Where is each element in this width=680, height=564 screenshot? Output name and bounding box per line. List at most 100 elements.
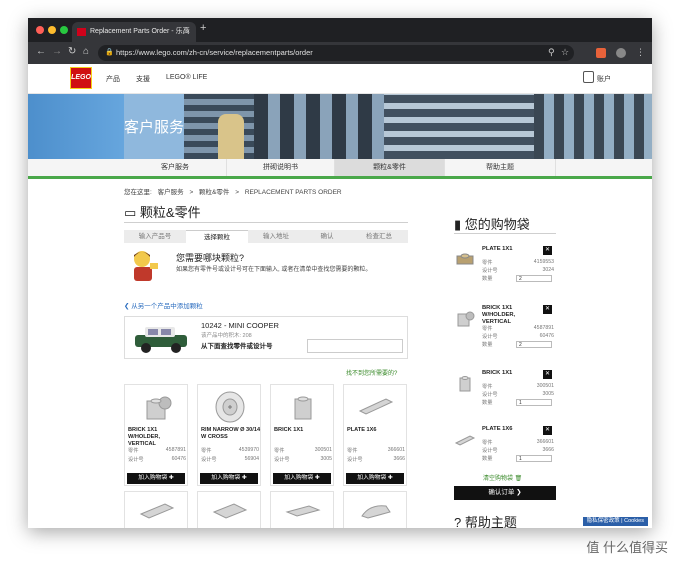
quantity-select[interactable]: 1 bbox=[516, 399, 552, 406]
add-to-bag-button[interactable]: 加入购物袋 ✚ bbox=[273, 473, 331, 484]
breadcrumb-item[interactable]: 客户服务 bbox=[158, 189, 184, 196]
step-select-bricks[interactable]: 选择颗粒 bbox=[186, 230, 248, 243]
menu-icon[interactable]: ⋮ bbox=[636, 47, 645, 58]
subnav-customer-service[interactable]: 客户服务 bbox=[124, 159, 227, 176]
remove-item-icon[interactable]: ✕ bbox=[543, 246, 552, 255]
new-tab-button[interactable]: + bbox=[200, 22, 206, 34]
address-bar[interactable]: 🔒 https://www.lego.com/zh-cn/service/rep… bbox=[98, 45, 574, 61]
reload-icon[interactable]: ↻ bbox=[68, 46, 76, 57]
cart-part-row: 零件 300501 bbox=[482, 383, 554, 390]
cookies-link[interactable]: Cookies bbox=[624, 518, 644, 524]
star-icon[interactable]: ☆ bbox=[561, 47, 569, 58]
remove-item-icon[interactable]: ✕ bbox=[543, 370, 552, 379]
design-number: 60476 bbox=[171, 456, 186, 462]
footer-links: 隐私保密政策 | Cookies bbox=[582, 517, 648, 526]
lego-favicon-icon bbox=[77, 28, 86, 36]
add-from-other-product-link[interactable]: ❮ 从另一个产品中添加颗粒 bbox=[124, 300, 203, 310]
part-number-label: 零件 bbox=[274, 448, 285, 454]
account-link[interactable]: 账户 bbox=[597, 74, 611, 84]
close-window-button[interactable] bbox=[36, 26, 44, 34]
brick-1x1-image bbox=[459, 376, 471, 392]
add-to-bag-button[interactable]: 加入购物袋 ✚ bbox=[346, 473, 404, 484]
part-card: BRICK 1X1 零件 300501 设计号 3005 加入购物袋 ✚ bbox=[270, 384, 334, 486]
quantity-select[interactable]: 2 bbox=[516, 275, 552, 282]
breadcrumb-item[interactable]: 颗粒&零件 bbox=[199, 189, 229, 196]
add-to-bag-button[interactable]: 加入购物袋 ✚ bbox=[127, 473, 185, 484]
cart-part-row: 零件 366601 bbox=[482, 439, 554, 446]
account-icon[interactable] bbox=[583, 71, 594, 83]
step-summary: 检查汇总 bbox=[366, 233, 392, 240]
nav-lego-life[interactable]: LEGO® LIFE bbox=[166, 74, 207, 81]
cart-item: PLATE 1X6 ✕ 零件 366601 设计号 3666 数量 1 bbox=[452, 426, 556, 470]
banner-shelf bbox=[384, 94, 534, 159]
watermark: 值 什么值得买 bbox=[586, 540, 668, 555]
part-card: BRICK 1X1 W/HOLDER, VERTICAL 零件 4587891 设… bbox=[124, 384, 188, 486]
design-number-label: 设计号 bbox=[128, 457, 144, 463]
part-search-input[interactable] bbox=[307, 339, 403, 353]
breadcrumb: 您在这里: 客户服务 > 颗粒&零件 > REPLACEMENT PARTS O… bbox=[124, 186, 346, 196]
remove-item-icon[interactable]: ✕ bbox=[543, 426, 552, 435]
breadcrumb-prefix: 您在这里: bbox=[124, 189, 152, 196]
add-to-bag-button[interactable]: 加入购物袋 ✚ bbox=[200, 473, 258, 484]
part-number: 366601 bbox=[387, 447, 405, 453]
nav-support[interactable]: 支援 bbox=[136, 74, 150, 84]
help-message: 您需要哪块颗粒? 如果您有零件号或设计号可在下面输入, 或者在清单中查找您需要的… bbox=[124, 247, 408, 287]
cart-design-number: 3024 bbox=[542, 267, 554, 273]
profile-icon[interactable] bbox=[616, 48, 626, 58]
cart-title-text: 您的购物袋 bbox=[464, 217, 530, 232]
nav-products[interactable]: 产品 bbox=[106, 74, 120, 84]
part-number-row: 零件 300501 bbox=[274, 447, 332, 454]
part-number-label: 零件 bbox=[347, 448, 358, 454]
divider bbox=[454, 233, 556, 234]
cart-item: PLATE 1X1 ✕ 零件 4159553 设计号 3024 数量 2 bbox=[452, 246, 556, 290]
part-number-row: 零件 4539970 bbox=[201, 447, 259, 454]
part-name: RIM NARROW Ø 30/14 W CROSS bbox=[201, 427, 261, 440]
forward-icon[interactable]: → bbox=[52, 46, 62, 57]
title-bar: Replacement Parts Order - 乐高 × + bbox=[28, 18, 652, 42]
slope-image bbox=[361, 505, 391, 519]
subnav-help-topics[interactable]: 帮助主题 bbox=[445, 159, 556, 176]
part-number: 4587891 bbox=[165, 447, 186, 453]
confirm-order-button[interactable]: 确认订单 ❯ bbox=[454, 486, 556, 500]
remove-item-icon[interactable]: ✕ bbox=[543, 305, 552, 314]
cart-qty-label: 数量 bbox=[482, 276, 493, 282]
cart-item: BRICK 1X1 W/HOLDER, VERTICAL ✕ 零件 4587891… bbox=[452, 305, 556, 355]
step-enter-product[interactable]: 输入产品号 bbox=[124, 230, 186, 243]
minimize-window-button[interactable] bbox=[48, 26, 56, 34]
quantity-select[interactable]: 1 bbox=[516, 455, 552, 462]
back-icon[interactable]: ← bbox=[36, 46, 46, 57]
part-number: 4539970 bbox=[238, 447, 259, 453]
cant-find-link[interactable]: 找不到您所需要的? bbox=[346, 368, 397, 377]
extension-icon[interactable] bbox=[596, 48, 606, 58]
plate-1x1-image bbox=[456, 253, 474, 265]
plate-1x6-image bbox=[358, 398, 394, 415]
help-text: 如果您有零件号或设计号可在下面输入, 或者在清单中查找您需要的颗粒。 bbox=[176, 267, 372, 273]
sub-navigation: 客户服务 拼砌说明书 颗粒&零件 帮助主题 bbox=[28, 159, 652, 179]
product-name: 10242 - MINI COOPER bbox=[201, 321, 279, 330]
cart-part-label: 零件 bbox=[482, 384, 493, 390]
checkout-steps: 输入产品号 选择颗粒 输入地址 确认 检查汇总 bbox=[124, 230, 408, 243]
subnav-bricks-parts[interactable]: 颗粒&零件 bbox=[335, 159, 445, 176]
page: LEGO 产品 支援 LEGO® LIFE 账户 客户服务 客户服务 拼砌说明书… bbox=[28, 64, 652, 528]
hero-banner: 客户服务 bbox=[28, 94, 652, 159]
help-title: 您需要哪块颗粒? bbox=[176, 253, 245, 263]
home-icon[interactable]: ⌂ bbox=[83, 46, 89, 57]
quantity-select[interactable]: 2 bbox=[516, 341, 552, 348]
cart-design-row: 设计号 3024 bbox=[482, 267, 554, 274]
step-confirm: 确认 bbox=[320, 233, 334, 240]
design-number-label: 设计号 bbox=[201, 457, 217, 463]
cart-part-label: 零件 bbox=[482, 440, 493, 446]
lego-logo[interactable]: LEGO bbox=[70, 67, 92, 89]
cart-qty-label: 数量 bbox=[482, 342, 493, 348]
subnav-instructions[interactable]: 拼砌说明书 bbox=[227, 159, 335, 176]
part-card bbox=[343, 491, 407, 528]
design-number-label: 设计号 bbox=[274, 457, 290, 463]
browser-tab[interactable]: Replacement Parts Order - 乐高 × bbox=[72, 22, 196, 42]
maximize-window-button[interactable] bbox=[60, 26, 68, 34]
tab-close-icon[interactable]: × bbox=[185, 22, 190, 42]
privacy-link[interactable]: 隐私保密政策 bbox=[587, 518, 620, 524]
zoom-icon[interactable]: ⚲ bbox=[548, 47, 555, 58]
rim-image bbox=[215, 391, 245, 423]
clear-bag-link[interactable]: 清空购物袋 🗑 bbox=[483, 473, 522, 482]
cart-part-label: 零件 bbox=[482, 260, 493, 266]
